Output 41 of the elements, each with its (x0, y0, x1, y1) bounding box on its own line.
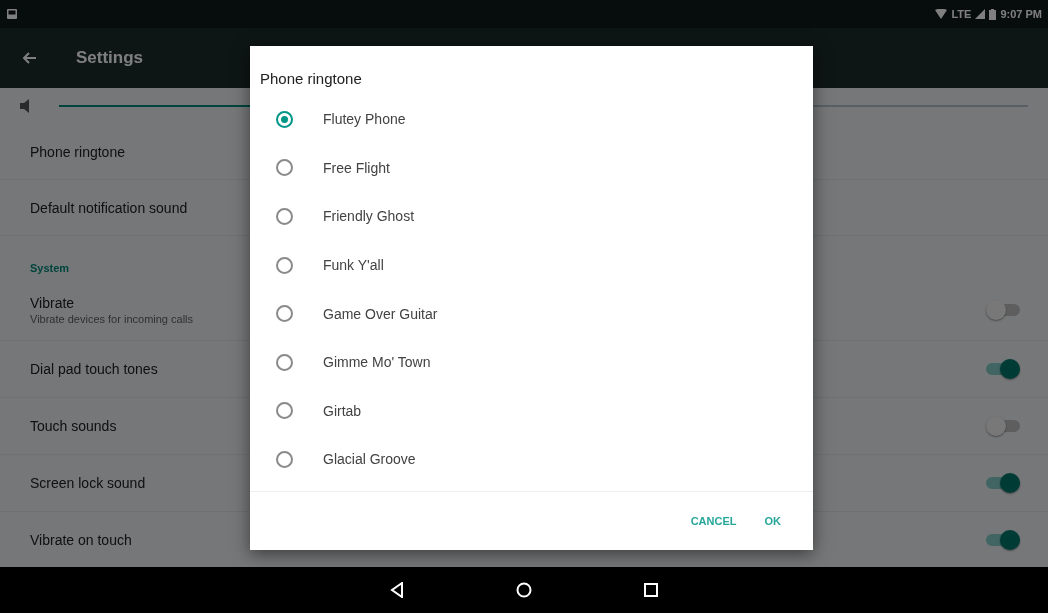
toggle-switch[interactable] (986, 359, 1020, 379)
setting-title: Vibrate (30, 295, 76, 311)
clock-time: 9:07 PM (1000, 8, 1042, 20)
toggle-switch[interactable] (986, 473, 1020, 493)
ringtone-option[interactable]: Flutey Phone (323, 111, 406, 128)
radio-button[interactable] (276, 353, 293, 371)
setting-title: Dial pad touch tones (30, 361, 158, 377)
ringtone-option[interactable]: Funk Y'all (323, 257, 384, 274)
radio-button[interactable] (276, 208, 293, 225)
image-icon (6, 8, 18, 20)
back-arrow-icon[interactable] (22, 52, 36, 64)
wifi-icon (935, 9, 948, 19)
ringtone-option[interactable]: Game Over Guitar (323, 305, 438, 322)
ringtone-option[interactable]: Girtab (323, 402, 362, 419)
radio-button[interactable] (276, 305, 293, 323)
setting-title: Vibrate on touch (30, 532, 132, 548)
section-header: System (30, 262, 70, 274)
app-bar-title: Settings (76, 48, 144, 68)
radio-button[interactable] (276, 450, 293, 468)
ringtone-option[interactable]: Gimme Mo' Town (323, 354, 431, 371)
speaker-icon (20, 99, 29, 113)
toggle-switch[interactable] (986, 416, 1020, 436)
toggle-switch[interactable] (986, 300, 1020, 320)
recents-icon[interactable] (644, 583, 658, 597)
setting-title: Screen lock sound (30, 475, 146, 491)
ringtone-option[interactable]: Free Flight (323, 159, 390, 176)
ringtone-option[interactable]: Friendly Ghost (323, 208, 415, 225)
ringtone-option[interactable]: Glacial Groove (323, 451, 416, 468)
setting-subtitle: Vibrate devices for incoming calls (30, 313, 194, 325)
signal-icon (975, 9, 986, 19)
radio-button[interactable] (276, 256, 293, 274)
radio-button[interactable] (276, 159, 293, 177)
battery-icon (989, 8, 997, 20)
back-icon[interactable] (390, 582, 404, 598)
network-type: LTE (951, 8, 972, 20)
radio-button[interactable] (276, 110, 293, 128)
home-icon[interactable] (516, 582, 532, 598)
dialog-title: Phone ringtone (259, 69, 363, 89)
setting-title: Touch sounds (30, 418, 117, 434)
radio-button[interactable] (276, 402, 293, 420)
toggle-switch[interactable] (986, 530, 1020, 550)
